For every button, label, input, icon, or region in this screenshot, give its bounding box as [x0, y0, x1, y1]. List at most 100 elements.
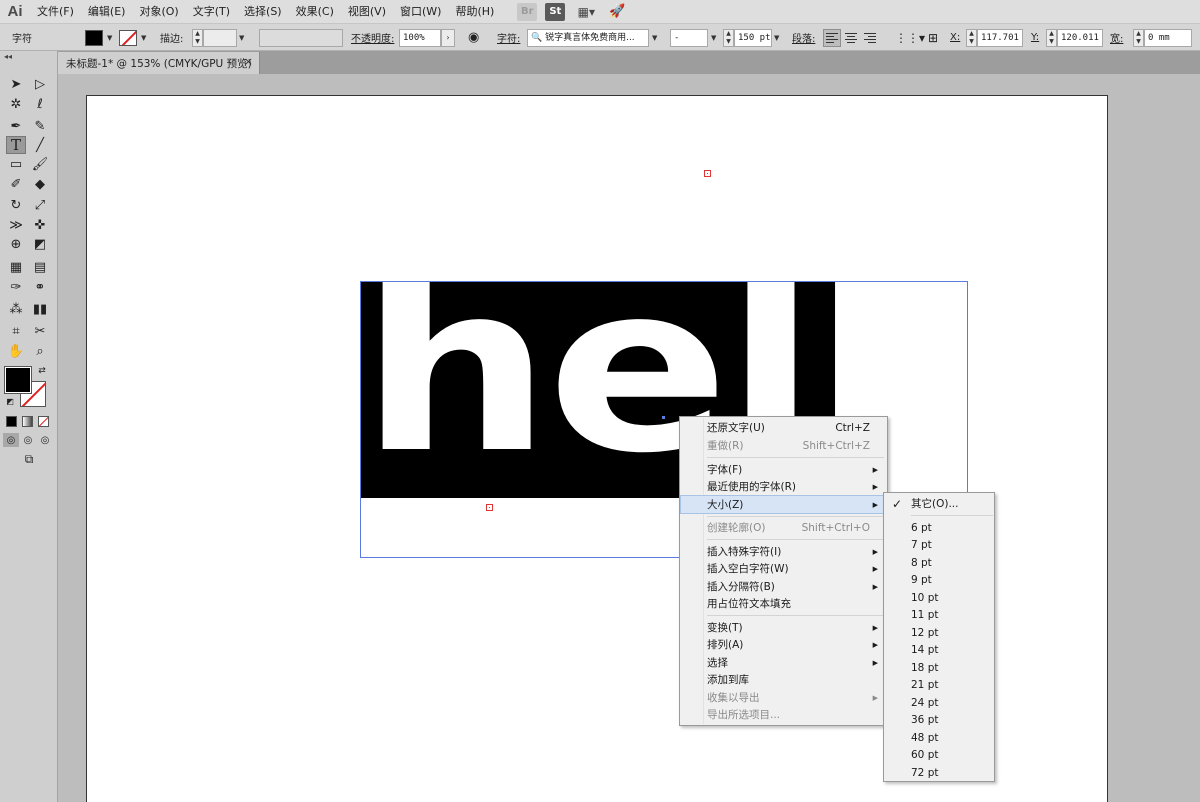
- anchor-point-icon[interactable]: [704, 170, 711, 177]
- direct-selection-tool-icon[interactable]: ▷: [30, 75, 50, 93]
- size-item[interactable]: 8 pt: [885, 554, 993, 571]
- collapse-panel-icon[interactable]: ◂◂: [4, 52, 12, 61]
- size-item[interactable]: 36 pt: [885, 711, 993, 728]
- selection-tool-icon[interactable]: ➤: [6, 75, 26, 93]
- size-item[interactable]: 18 pt: [885, 659, 993, 676]
- font-size-field[interactable]: 150 pt: [734, 28, 772, 47]
- menu-select[interactable]: 选择(S): [237, 0, 289, 24]
- menu-item-insert-break[interactable]: 插入分隔符(B) ▶: [681, 578, 886, 595]
- size-item-other[interactable]: ✓ 其它(O)...: [885, 495, 993, 512]
- magic-wand-tool-icon[interactable]: ✲: [6, 95, 26, 113]
- x-position-field[interactable]: 117.701 m: [977, 28, 1023, 47]
- menu-item-font[interactable]: 字体(F) ▶: [681, 461, 886, 478]
- menu-window[interactable]: 窗口(W): [393, 0, 448, 24]
- paintbrush-tool-icon[interactable]: 🖌: [30, 155, 50, 173]
- anchor-point-icon[interactable]: [486, 504, 493, 511]
- puppet-warp-tool-icon[interactable]: ✜: [30, 216, 50, 234]
- menu-item-insert-special-char[interactable]: 插入特殊字符(I) ▶: [681, 543, 886, 560]
- gpu-performance-icon[interactable]: 🚀: [607, 3, 627, 21]
- hand-tool-icon[interactable]: ✋: [6, 342, 26, 360]
- line-segment-tool-icon[interactable]: ╱: [30, 136, 50, 154]
- size-item[interactable]: 21 pt: [885, 676, 993, 693]
- stepper-icon[interactable]: ▲ ▼: [966, 28, 977, 47]
- size-item[interactable]: 7 pt: [885, 536, 993, 553]
- color-mode-icon[interactable]: [6, 416, 17, 427]
- menu-item-add-to-library[interactable]: 添加到库: [681, 671, 886, 688]
- draw-inside-icon[interactable]: ◎: [37, 433, 53, 447]
- chevron-right-icon[interactable]: ›: [441, 28, 455, 47]
- menu-item-collect-for-export[interactable]: 收集以导出 ▶: [681, 689, 886, 706]
- size-item[interactable]: 72 pt: [885, 764, 993, 781]
- stroke-weight-field[interactable]: [203, 28, 237, 47]
- gradient-tool-icon[interactable]: ▤: [30, 258, 50, 276]
- menu-item-undo-text[interactable]: 还原文字(U) Ctrl+Z: [681, 419, 886, 436]
- zoom-tool-icon[interactable]: ⌕: [30, 342, 50, 360]
- menu-file[interactable]: 文件(F): [30, 0, 81, 24]
- slice-tool-icon[interactable]: ✂: [30, 322, 50, 340]
- perspective-grid-tool-icon[interactable]: ◩: [30, 235, 50, 253]
- fill-swatch[interactable]: [4, 366, 32, 394]
- shaper-tool-icon[interactable]: ✐: [6, 175, 26, 193]
- swap-fill-stroke-icon[interactable]: ⇄: [36, 365, 48, 377]
- workspace-switcher-icon[interactable]: ▦▾: [573, 3, 599, 21]
- align-left-icon[interactable]: [823, 28, 841, 47]
- y-position-field[interactable]: 120.011 m: [1057, 28, 1103, 47]
- menu-item-arrange[interactable]: 排列(A) ▶: [681, 636, 886, 653]
- recolor-icon[interactable]: ◉: [468, 28, 479, 47]
- menu-item-recent-fonts[interactable]: 最近使用的字体(R) ▶: [681, 478, 886, 495]
- shape-builder-tool-icon[interactable]: ⊕: [6, 235, 26, 253]
- stepper-icon[interactable]: ▲ ▼: [1046, 28, 1057, 47]
- width-field[interactable]: 0 mm: [1144, 28, 1192, 47]
- y-position-control[interactable]: ▲▼ 120.011 m: [1046, 28, 1103, 47]
- menu-item-select[interactable]: 选择 ▶: [681, 654, 886, 671]
- menu-item-size[interactable]: 大小(Z) ▶: [680, 495, 887, 514]
- type-tool-icon[interactable]: T: [6, 136, 26, 154]
- reference-point-icon[interactable]: ⊞: [928, 28, 938, 47]
- align-right-icon[interactable]: [861, 29, 879, 47]
- font-style-field[interactable]: -: [670, 28, 708, 47]
- stock-icon[interactable]: St: [545, 2, 566, 21]
- menu-item-transform[interactable]: 变换(T) ▶: [681, 619, 886, 636]
- font-style-control[interactable]: - ▼: [670, 28, 716, 47]
- menu-view[interactable]: 视图(V): [341, 0, 393, 24]
- curvature-tool-icon[interactable]: ✎: [30, 117, 50, 135]
- gradient-mode-icon[interactable]: [22, 416, 33, 427]
- screen-mode-icon[interactable]: ⧉: [18, 451, 40, 467]
- menu-help[interactable]: 帮助(H): [448, 0, 501, 24]
- menu-object[interactable]: 对象(O): [132, 0, 185, 24]
- document-tab[interactable]: 未标题-1* @ 153% (CMYK/GPU 预览) ×: [58, 52, 260, 74]
- size-item[interactable]: 14 pt: [885, 641, 993, 658]
- mesh-tool-icon[interactable]: ▦: [6, 258, 26, 276]
- none-mode-icon[interactable]: [38, 416, 49, 427]
- size-item[interactable]: 60 pt: [885, 746, 993, 763]
- font-family-field[interactable]: 🔍 锐字真言体免费商用...: [527, 28, 649, 47]
- variable-width-profile[interactable]: [259, 28, 343, 47]
- menu-item-fill-placeholder[interactable]: 用占位符文本填充: [681, 595, 886, 612]
- menu-effect[interactable]: 效果(C): [289, 0, 341, 24]
- fill-color-control[interactable]: ▼: [85, 28, 112, 47]
- size-item[interactable]: 48 pt: [885, 729, 993, 746]
- width-control[interactable]: ▲ ▼ 0 mm: [1133, 28, 1192, 47]
- opacity-control[interactable]: 100% ›: [399, 28, 455, 47]
- artboard-tool-icon[interactable]: ⌗: [6, 322, 26, 340]
- stepper-icon[interactable]: ▲ ▼: [723, 28, 734, 47]
- menu-item-create-outlines[interactable]: 创建轮廓(O) Shift+Ctrl+O: [681, 519, 886, 536]
- bridge-icon[interactable]: Br: [517, 2, 538, 21]
- opacity-field[interactable]: 100%: [399, 28, 441, 47]
- scale-tool-icon[interactable]: ⤢: [30, 196, 50, 214]
- font-family-control[interactable]: 🔍 锐字真言体免费商用... ▼: [527, 28, 657, 47]
- stroke-color-control[interactable]: ▼: [119, 28, 146, 47]
- font-size-control[interactable]: ▲ ▼ 150 pt ▼: [723, 28, 779, 47]
- size-item[interactable]: 9 pt: [885, 571, 993, 588]
- align-options-icon[interactable]: ⋮⋮▾: [895, 28, 925, 47]
- menu-item-redo[interactable]: 重做(R) Shift+Ctrl+Z: [681, 437, 886, 454]
- menu-item-export-selection[interactable]: 导出所选项目...: [681, 706, 886, 723]
- draw-normal-icon[interactable]: ◎: [3, 433, 19, 447]
- size-item[interactable]: 6 pt: [885, 519, 993, 536]
- width-tool-icon[interactable]: ≫: [6, 216, 26, 234]
- eraser-tool-icon[interactable]: ◆: [30, 175, 50, 193]
- stroke-weight-control[interactable]: ▲ ▼ ▼: [192, 28, 244, 47]
- size-item[interactable]: 10 pt: [885, 589, 993, 606]
- eyedropper-tool-icon[interactable]: ✑: [6, 278, 26, 296]
- default-fill-stroke-icon[interactable]: ◩: [4, 395, 16, 407]
